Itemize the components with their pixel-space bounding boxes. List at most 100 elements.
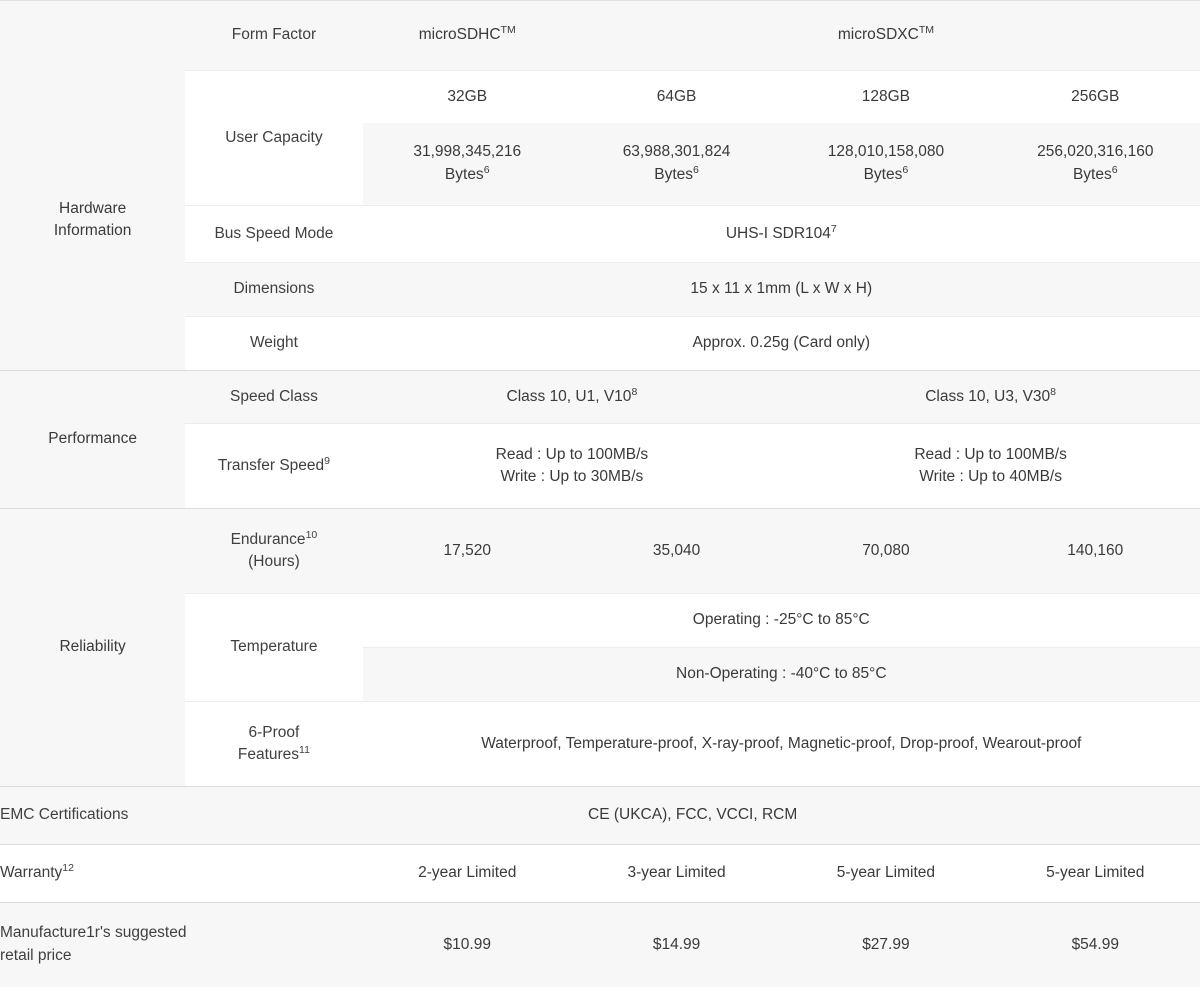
cell-form-factor-sdxc: microSDXCTM <box>571 0 1200 71</box>
form-factor-label-text: Form Factor <box>231 26 317 44</box>
footnote-sup: 12 <box>62 862 75 875</box>
cell-capacity-32gb: 32GB <box>362 70 572 123</box>
endurance-label-hours-text: (Hours) <box>248 553 300 570</box>
cell-bytes-64gb: 63,988,301,824 Bytes6 <box>571 122 782 206</box>
section-label-reliability: Reliability <box>0 508 186 787</box>
cell-bytes-128gb: 128,010,158,080 Bytes6 <box>781 122 991 206</box>
bus-speed-value-text: UHS-I SDR104 <box>725 224 831 242</box>
msrp-128gb-text: $27.99 <box>862 935 910 953</box>
weight-label-text: Weight <box>249 334 298 352</box>
cell-capacity-128gb: 128GB <box>781 70 991 123</box>
endurance-256gb-text: 140,160 <box>1067 541 1124 559</box>
emc-value-text: CE (UKCA), FCC, VCCI, RCM <box>588 806 798 824</box>
section-label-performance-text: Performance <box>48 430 138 448</box>
capacity-32gb-text: 32GB <box>447 87 488 105</box>
trademark-sup: TM <box>500 24 516 37</box>
temperature-operating-text: Operating : -25°C to 85°C <box>692 611 870 629</box>
cell-msrp-128gb: $27.99 <box>781 902 991 987</box>
section-label-hardware: Hardware Information <box>0 70 186 371</box>
row-label-user-capacity: User Capacity <box>185 70 363 206</box>
cell-emc-value: CE (UKCA), FCC, VCCI, RCM <box>185 786 1200 845</box>
capacity-128gb-text: 128GB <box>861 87 911 105</box>
row-label-temperature: Temperature <box>185 593 363 702</box>
capacity-64gb-text: 64GB <box>656 87 697 105</box>
section-label-performance: Performance <box>0 370 186 509</box>
footnote-sup: 6 <box>693 163 699 176</box>
temperature-label-text: Temperature <box>230 638 318 656</box>
footnote-sup: 11 <box>299 743 310 756</box>
row-label-weight: Weight <box>185 316 363 371</box>
endurance-label-text: Endurance <box>230 530 306 548</box>
six-proof-value-text: Waterproof, Temperature-proof, X-ray-pro… <box>481 734 1082 752</box>
cell-six-proof-value: Waterproof, Temperature-proof, X-ray-pro… <box>362 701 1200 787</box>
cell-form-factor-sdhc: microSDHCTM <box>362 0 572 71</box>
row-label-transfer-speed: Transfer Speed9 <box>185 423 363 509</box>
cell-warranty-32gb: 2-year Limited <box>362 844 572 903</box>
warranty-32gb-text: 2-year Limited <box>418 864 517 882</box>
endurance-64gb-text: 35,040 <box>652 541 701 559</box>
table-row-warranty: Warranty12 2-year Limited 3-year Limited… <box>0 844 1200 903</box>
emc-label-text: EMC Certifications <box>0 806 129 824</box>
cell-speed-class-sdhc: Class 10, U1, V108 <box>362 370 782 424</box>
dimensions-label-text: Dimensions <box>233 280 315 298</box>
cell-warranty-128gb: 5-year Limited <box>781 844 991 903</box>
weight-value-text: Approx. 0.25g (Card only) <box>692 334 871 352</box>
bus-speed-label-text: Bus Speed Mode <box>214 224 334 242</box>
warranty-256gb-text: 5-year Limited <box>1046 864 1145 882</box>
table-row-form-factor: Form Factor microSDHCTM microSDXCTM <box>0 0 1200 71</box>
cell-msrp-256gb: $54.99 <box>990 902 1200 987</box>
table-row-speed-class: Performance Speed Class Class 10, U1, V1… <box>0 370 1200 509</box>
transfer-speed-sdhc-text: Read : Up to 100MB/s Write : Up to 30MB/… <box>495 445 649 485</box>
cell-endurance-128gb: 70,080 <box>781 508 991 594</box>
footnote-sup: 8 <box>631 385 638 398</box>
cell-capacity-64gb: 64GB <box>571 70 782 123</box>
dimensions-value-text: 15 x 11 x 1mm (L x W x H) <box>690 280 873 298</box>
warranty-128gb-text: 5-year Limited <box>836 864 935 882</box>
cell-warranty-64gb: 3-year Limited <box>571 844 782 903</box>
section-label-reliability-text: Reliability <box>59 638 126 656</box>
row-label-speed-class: Speed Class <box>185 370 363 424</box>
cell-temperature-operating: Operating : -25°C to 85°C <box>362 593 1200 648</box>
table-row-emc: EMC Certifications CE (UKCA), FCC, VCCI,… <box>0 786 1200 845</box>
table-row-msrp: Manufacture1r's suggested retail price $… <box>0 902 1200 987</box>
cell-warranty-256gb: 5-year Limited <box>990 844 1200 903</box>
cell-bytes-256gb: 256,020,316,160 Bytes6 <box>990 122 1200 206</box>
cell-capacity-256gb: 256GB <box>990 70 1200 123</box>
footnote-sup: 9 <box>324 454 330 467</box>
msrp-32gb-text: $10.99 <box>443 935 491 953</box>
footnote-sup: 7 <box>830 222 837 235</box>
row-label-msrp: Manufacture1r's suggested retail price <box>0 902 363 987</box>
row-label-bus-speed: Bus Speed Mode <box>185 205 363 263</box>
row-label-emc: EMC Certifications <box>0 786 186 845</box>
msrp-label-text: Manufacture1r's suggested retail price <box>0 924 187 964</box>
row-label-endurance: Endurance10 (Hours) <box>185 508 363 594</box>
row-label-form-factor: Form Factor <box>185 0 363 71</box>
specifications-table: Form Factor microSDHCTM microSDXCTM Hard… <box>0 0 1200 987</box>
row-label-six-proof: 6-Proof Features11 <box>185 701 363 787</box>
cell-transfer-speed-sdxc: Read : Up to 100MB/s Write : Up to 40MB/… <box>781 423 1200 509</box>
cell-endurance-32gb: 17,520 <box>362 508 572 594</box>
capacity-256gb-text: 256GB <box>1071 87 1120 105</box>
footnote-sup: 6 <box>1111 163 1118 176</box>
speed-class-label-text: Speed Class <box>229 387 318 405</box>
msrp-256gb-text: $54.99 <box>1071 935 1119 953</box>
warranty-label-text: Warranty <box>0 864 63 882</box>
row-label-dimensions: Dimensions <box>185 262 363 317</box>
footnote-sup: 6 <box>902 163 909 176</box>
bytes-64gb-text: 63,988,301,824 Bytes <box>622 143 731 183</box>
six-proof-label-features-text: Features <box>237 746 300 763</box>
cell-msrp-64gb: $14.99 <box>571 902 782 987</box>
transfer-speed-label-text: Transfer Speed <box>217 456 325 474</box>
footnote-sup: 10 <box>305 528 318 541</box>
cell-msrp-32gb: $10.99 <box>362 902 572 987</box>
cell-endurance-64gb: 35,040 <box>571 508 782 594</box>
table-row-capacity-headers: Hardware Information User Capacity 32GB … <box>0 70 1200 371</box>
speed-class-sdhc-text: Class 10, U1, V10 <box>506 387 632 405</box>
user-capacity-label-text: User Capacity <box>225 128 323 146</box>
warranty-64gb-text: 3-year Limited <box>627 864 726 882</box>
footnote-sup: 8 <box>1050 385 1057 398</box>
msrp-64gb-text: $14.99 <box>652 935 701 953</box>
cell-bus-speed-value: UHS-I SDR1047 <box>362 205 1200 263</box>
six-proof-label-text: 6-Proof <box>248 723 300 741</box>
table-row-endurance: Reliability Endurance10 (Hours) 17,520 3… <box>0 508 1200 787</box>
